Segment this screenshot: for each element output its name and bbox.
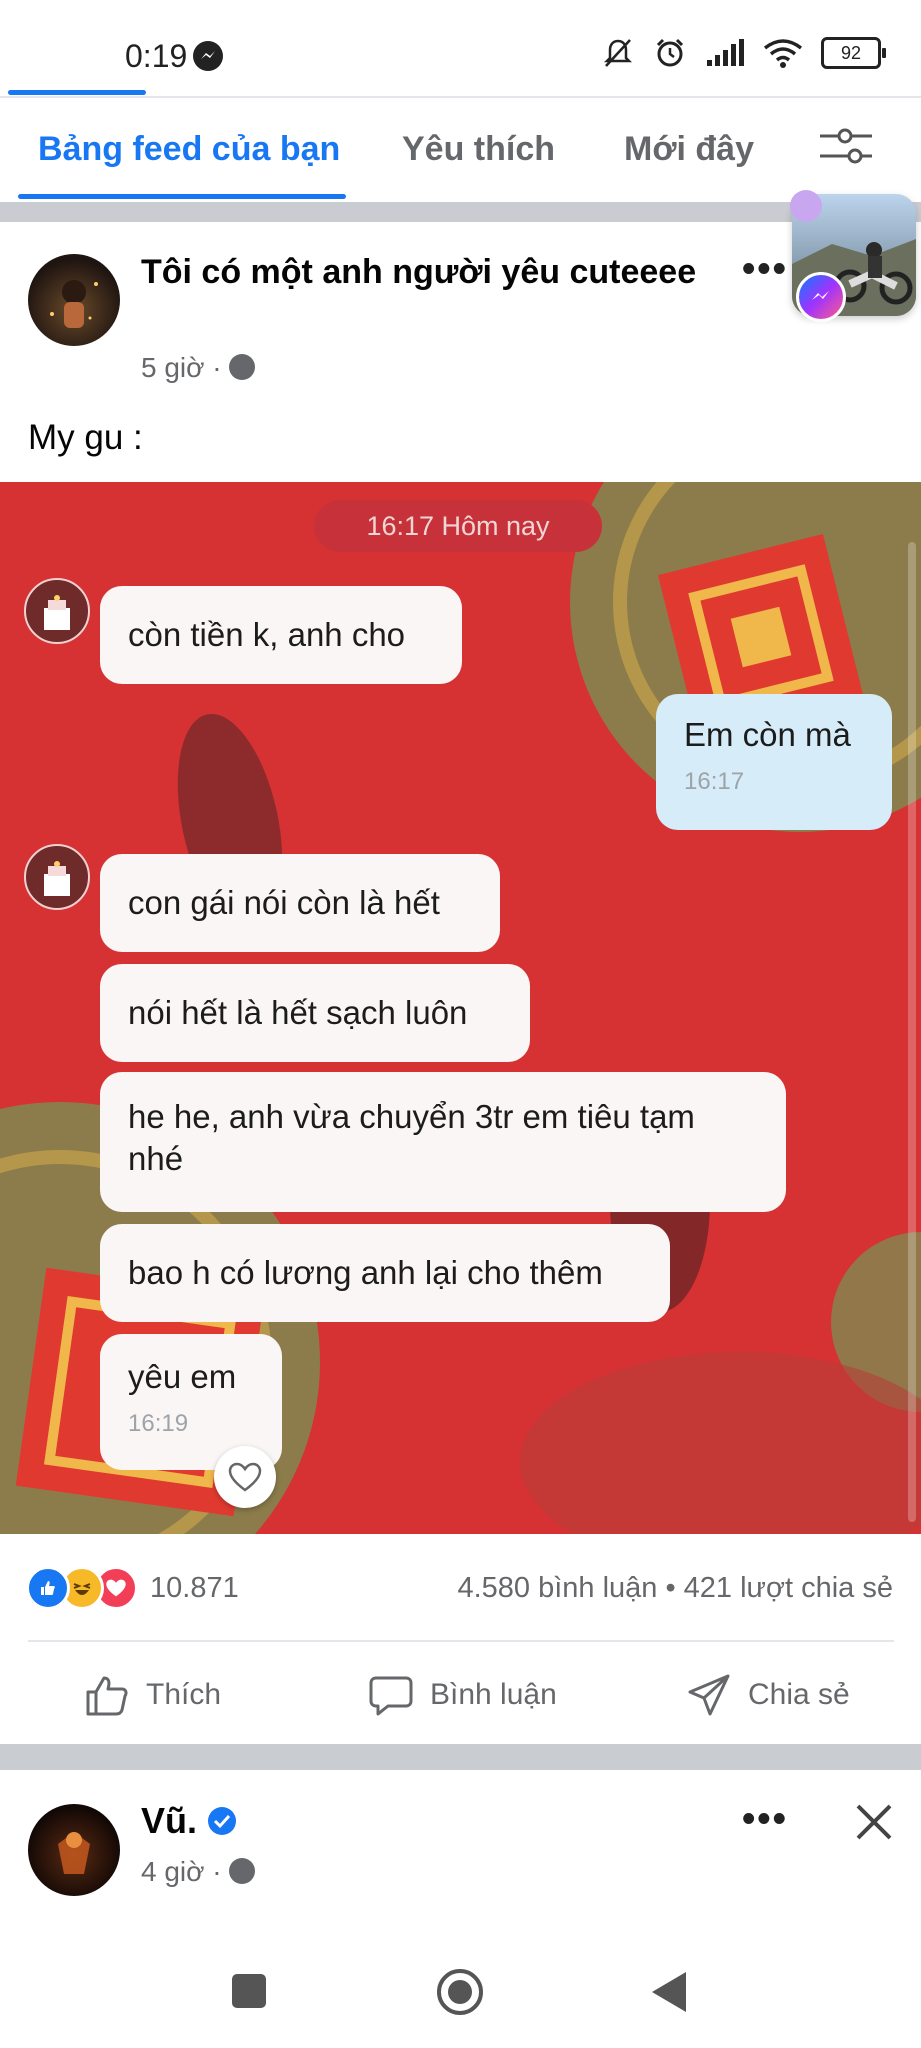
heart-icon — [228, 1462, 262, 1492]
messenger-icon — [796, 272, 846, 322]
loading-progress-bar — [8, 90, 146, 95]
post-caption: My gu : — [28, 418, 143, 457]
post-time: 5 giờ · — [141, 352, 222, 383]
next-author-avatar[interactable] — [28, 1804, 120, 1896]
active-tab-indicator — [18, 194, 346, 199]
verified-badge-icon — [208, 1807, 237, 1835]
chat-message: bao h có lương anh lại cho thêm — [100, 1224, 670, 1322]
next-author-name: Vũ. — [141, 1800, 198, 1841]
tab-favorites[interactable]: Yêu thích — [402, 130, 555, 169]
post-meta: 5 giờ · — [141, 352, 256, 384]
like-icon — [86, 1676, 128, 1716]
like-reaction-icon — [26, 1566, 70, 1610]
tab-recent[interactable]: Mới đây — [624, 130, 754, 169]
chat-message-text: Em còn mà — [684, 716, 851, 753]
share-icon — [688, 1674, 730, 1716]
wifi-icon — [763, 39, 803, 68]
chat-message: he he, anh vừa chuyển 3tr em tiêu tạm nh… — [100, 1072, 786, 1212]
section-separator — [0, 202, 921, 222]
feed-tabs: Bảng feed của bạn Yêu thích Mới đây — [0, 96, 921, 202]
like-button[interactable]: Thích — [84, 1672, 221, 1718]
author-avatar[interactable] — [28, 254, 120, 346]
comment-button[interactable]: Bình luận — [368, 1672, 557, 1718]
reactions-count[interactable]: 10.871 — [150, 1572, 239, 1605]
chat-message: con gái nói còn là hết — [100, 854, 500, 952]
system-nav-bar — [0, 1940, 921, 2048]
next-post-time: 4 giờ · — [141, 1856, 222, 1887]
share-button[interactable]: Chia sẻ — [686, 1672, 850, 1718]
post-author-title[interactable]: Tôi có một anh người yêu cuteeee — [141, 250, 701, 294]
divider — [28, 1640, 894, 1642]
share-label: Chia sẻ — [748, 1678, 850, 1711]
status-icons: 92 — [601, 36, 886, 70]
chat-message-time: 16:17 — [684, 768, 745, 795]
comment-icon — [369, 1676, 413, 1716]
filter-icon[interactable] — [818, 126, 874, 166]
next-post-meta: 4 giờ · — [141, 1856, 256, 1888]
alarm-icon — [656, 38, 684, 67]
chat-message: còn tiền k, anh cho — [100, 586, 462, 684]
comment-label: Bình luận — [430, 1678, 557, 1711]
next-post-author[interactable]: Vũ. — [141, 1800, 237, 1842]
post-separator — [0, 1744, 921, 1770]
status-time: 0:19 — [125, 38, 188, 74]
reaction-icons[interactable] — [26, 1566, 146, 1610]
status-bar: 0:19 92 — [0, 0, 921, 95]
chat-message-time: 16:19 — [128, 1410, 189, 1437]
globe-icon — [229, 1857, 256, 1884]
home-button[interactable] — [436, 1968, 484, 2016]
chat-message-own: Em còn mà 16:17 — [656, 694, 892, 830]
messenger-notification-icon — [193, 41, 223, 71]
post-image[interactable]: 16:17 Hôm nay còn tiền k, anh cho Em còn… — [0, 482, 921, 1534]
chat-sender-avatar — [24, 844, 90, 910]
chat-head-badge — [790, 190, 822, 222]
comments-shares-count[interactable]: 4.580 bình luận • 421 lượt chia sẻ — [457, 1572, 893, 1605]
chat-sender-avatar — [24, 578, 90, 644]
recents-button[interactable] — [232, 1974, 266, 2008]
mute-bell-icon — [603, 39, 633, 67]
more-options-icon[interactable]: ••• — [742, 1798, 788, 1841]
chat-message: nói hết là hết sạch luôn — [100, 964, 530, 1062]
battery-indicator: 92 — [821, 37, 886, 69]
back-button[interactable] — [650, 1970, 688, 2014]
like-label: Thích — [146, 1678, 222, 1711]
more-options-icon[interactable]: ••• — [742, 248, 788, 291]
heart-react-button[interactable] — [214, 1446, 276, 1508]
close-icon[interactable] — [854, 1802, 894, 1842]
chat-message-text: yêu em — [128, 1358, 237, 1395]
globe-icon — [229, 353, 256, 380]
tab-your-feed[interactable]: Bảng feed của bạn — [38, 130, 340, 169]
signal-icon — [707, 39, 744, 66]
chat-date-header: 16:17 Hôm nay — [314, 500, 602, 552]
